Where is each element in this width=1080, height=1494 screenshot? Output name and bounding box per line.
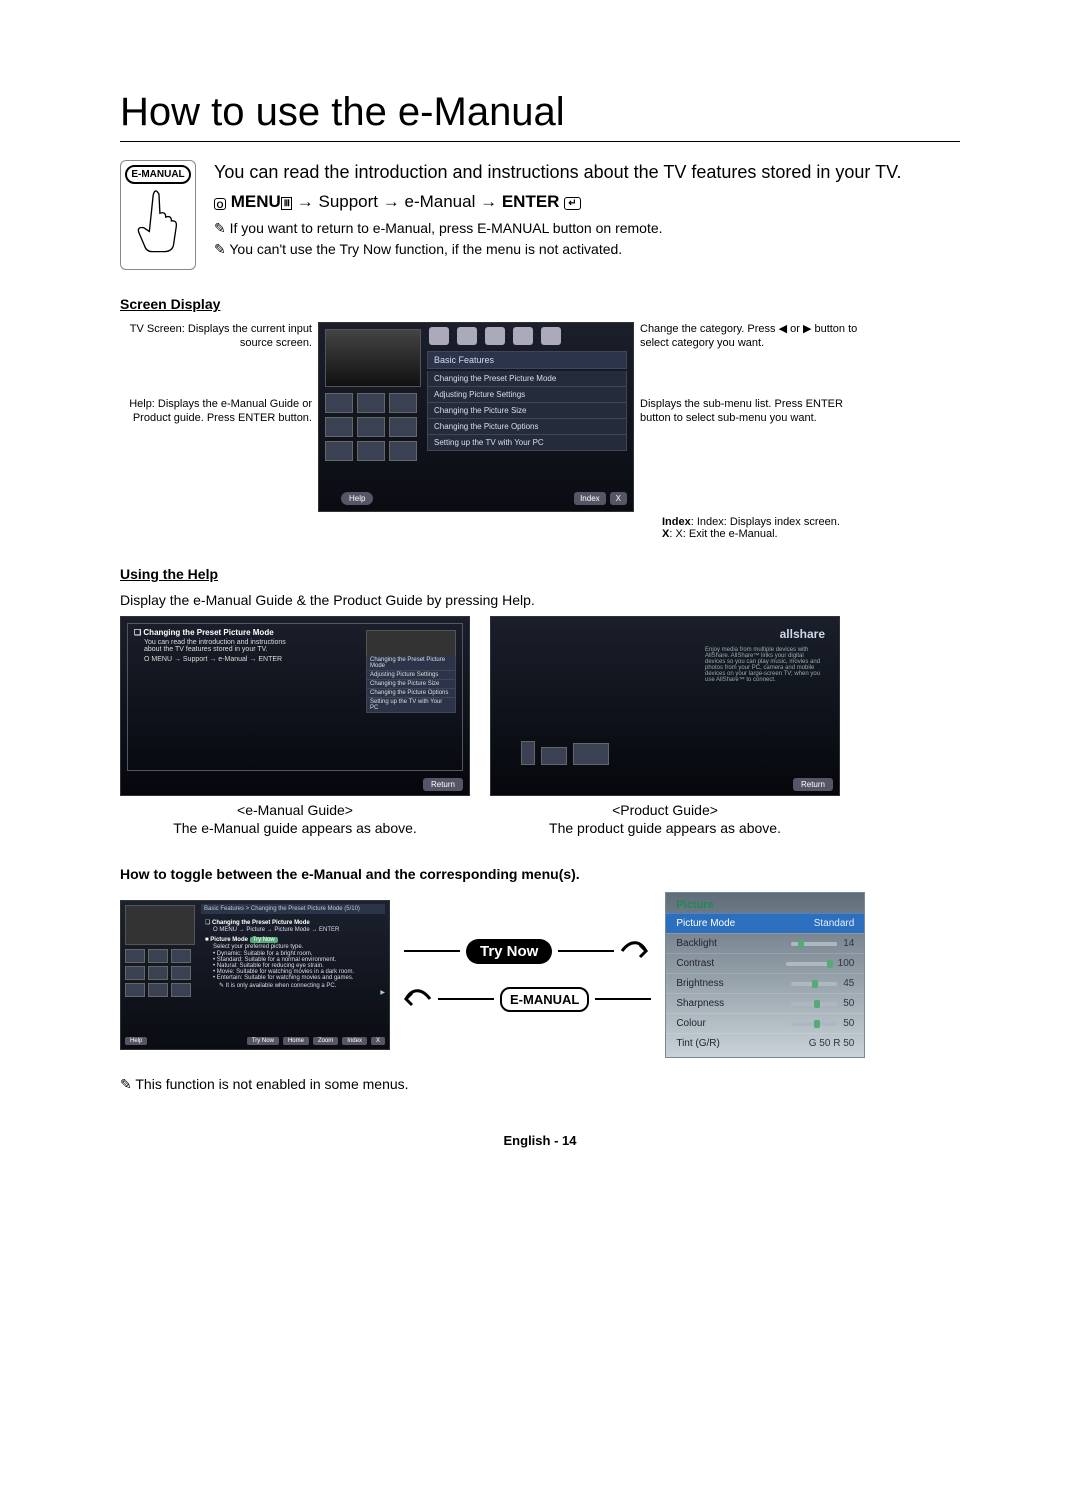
toggle-heading: How to toggle between the e-Manual and t… bbox=[120, 866, 960, 882]
toggle-emanual-shot: Basic Features > Changing the Preset Pic… bbox=[120, 900, 390, 1050]
category-header: Basic Features bbox=[427, 351, 627, 369]
annot-index: Index: Index: Displays index screen. bbox=[662, 516, 860, 528]
gallery-area bbox=[325, 393, 421, 473]
x-button[interactable]: X bbox=[610, 492, 627, 505]
intro-note-2: You can't use the Try Now function, if t… bbox=[214, 241, 901, 258]
intro-note-1: If you want to return to e-Manual, press… bbox=[214, 220, 901, 237]
annot-x: X: X: Exit the e-Manual. bbox=[662, 528, 860, 540]
emanual-guide-caption-desc: The e-Manual guide appears as above. bbox=[120, 820, 470, 836]
list-item[interactable]: Setting up the TV with Your PC bbox=[427, 435, 627, 451]
emanual-pill: E-MANUAL bbox=[500, 987, 589, 1012]
menu-icon: Ⅲ bbox=[281, 197, 292, 210]
tab-icon[interactable] bbox=[457, 327, 477, 345]
zoom-button[interactable]: Zoom bbox=[313, 1037, 338, 1045]
page-title: How to use the e-Manual bbox=[120, 90, 960, 142]
list-item[interactable]: Changing the Picture Size bbox=[427, 403, 627, 419]
submenu-list[interactable]: Changing the Preset Picture Mode Adjusti… bbox=[427, 371, 627, 451]
menu-row-backlight[interactable]: Backlight 14 bbox=[666, 933, 864, 953]
list-item[interactable]: Changing the Preset Picture Mode bbox=[427, 371, 627, 387]
picture-menu-shot: Picture Picture ModeStandard Backlight 1… bbox=[665, 892, 865, 1058]
product-guide-shot: allshare Enjoy media from multiple devic… bbox=[490, 616, 840, 796]
index-button[interactable]: Index bbox=[574, 492, 606, 505]
menu-row-contrast[interactable]: Contrast 100 bbox=[666, 953, 864, 973]
picture-menu-header: Picture bbox=[666, 897, 864, 913]
category-tabs[interactable] bbox=[429, 327, 561, 345]
tab-icon[interactable] bbox=[485, 327, 505, 345]
device-icons bbox=[521, 741, 609, 765]
return-button[interactable]: Return bbox=[423, 778, 463, 791]
arrow-right-icon bbox=[620, 936, 648, 966]
o-icon: O bbox=[214, 198, 226, 210]
remote-illustration: E-MANUAL bbox=[120, 160, 196, 270]
list-item[interactable]: Adjusting Picture Settings bbox=[427, 387, 627, 403]
intro-text: You can read the introduction and instru… bbox=[214, 160, 901, 184]
help-button[interactable]: Help bbox=[341, 492, 373, 505]
try-now-pill: Try Now bbox=[466, 939, 552, 964]
tab-icon[interactable] bbox=[541, 327, 561, 345]
menu-row-brightness[interactable]: Brightness 45 bbox=[666, 973, 864, 993]
emanual-button-label: E-MANUAL bbox=[125, 165, 190, 184]
menu-row-tint[interactable]: Tint (G/R)G 50 R 50 bbox=[666, 1033, 864, 1053]
annot-tv-screen: TV Screen: Displays the current input so… bbox=[120, 322, 312, 351]
tab-icon[interactable] bbox=[513, 327, 533, 345]
menu-row-colour[interactable]: Colour 50 bbox=[666, 1013, 864, 1033]
annot-submenu: Displays the sub-menu list. Press ENTER … bbox=[640, 397, 860, 426]
tab-icon[interactable] bbox=[429, 327, 449, 345]
arrow-left-icon bbox=[404, 984, 432, 1014]
home-button[interactable]: Home bbox=[283, 1037, 309, 1045]
index-button[interactable]: Index bbox=[342, 1037, 367, 1045]
menu-row-picture-mode[interactable]: Picture ModeStandard bbox=[666, 913, 864, 933]
allshare-logo: allshare bbox=[780, 627, 825, 641]
product-guide-caption-desc: The product guide appears as above. bbox=[490, 820, 840, 836]
annot-help: Help: Displays the e-Manual Guide or Pro… bbox=[120, 397, 312, 426]
x-button[interactable]: X bbox=[371, 1037, 385, 1045]
screen-display-mock: Basic Features Changing the Preset Pictu… bbox=[318, 322, 634, 512]
emanual-guide-shot: ❏ Changing the Preset Picture Mode You c… bbox=[120, 616, 470, 796]
try-now-button[interactable]: Try Now bbox=[247, 1037, 279, 1045]
menu-row-sharpness[interactable]: Sharpness 50 bbox=[666, 993, 864, 1013]
screen-display-heading: Screen Display bbox=[120, 296, 960, 312]
camera-icon bbox=[541, 747, 567, 765]
footer-note: This function is not enabled in some men… bbox=[120, 1076, 960, 1093]
return-button[interactable]: Return bbox=[793, 778, 833, 791]
menu-path: O MENUⅢ → Support → e-Manual → ENTER ↵ bbox=[214, 192, 901, 212]
hand-icon bbox=[134, 184, 182, 254]
enter-icon: ↵ bbox=[564, 197, 580, 210]
using-help-desc: Display the e-Manual Guide & the Product… bbox=[120, 592, 960, 608]
using-help-heading: Using the Help bbox=[120, 566, 960, 582]
list-item[interactable]: Changing the Picture Options bbox=[427, 419, 627, 435]
phone-icon bbox=[521, 741, 535, 765]
product-guide-caption-title: <Product Guide> bbox=[490, 802, 840, 818]
help-button[interactable]: Help bbox=[125, 1037, 147, 1045]
tv-screen-thumb bbox=[325, 329, 421, 387]
emanual-guide-caption-title: <e-Manual Guide> bbox=[120, 802, 470, 818]
laptop-icon bbox=[573, 743, 609, 765]
annot-change-category: Change the category. Press ◀ or ▶ button… bbox=[640, 322, 860, 351]
page-footer: English - 14 bbox=[120, 1133, 960, 1148]
product-guide-desc: Enjoy media from multiple devices with A… bbox=[705, 647, 825, 683]
